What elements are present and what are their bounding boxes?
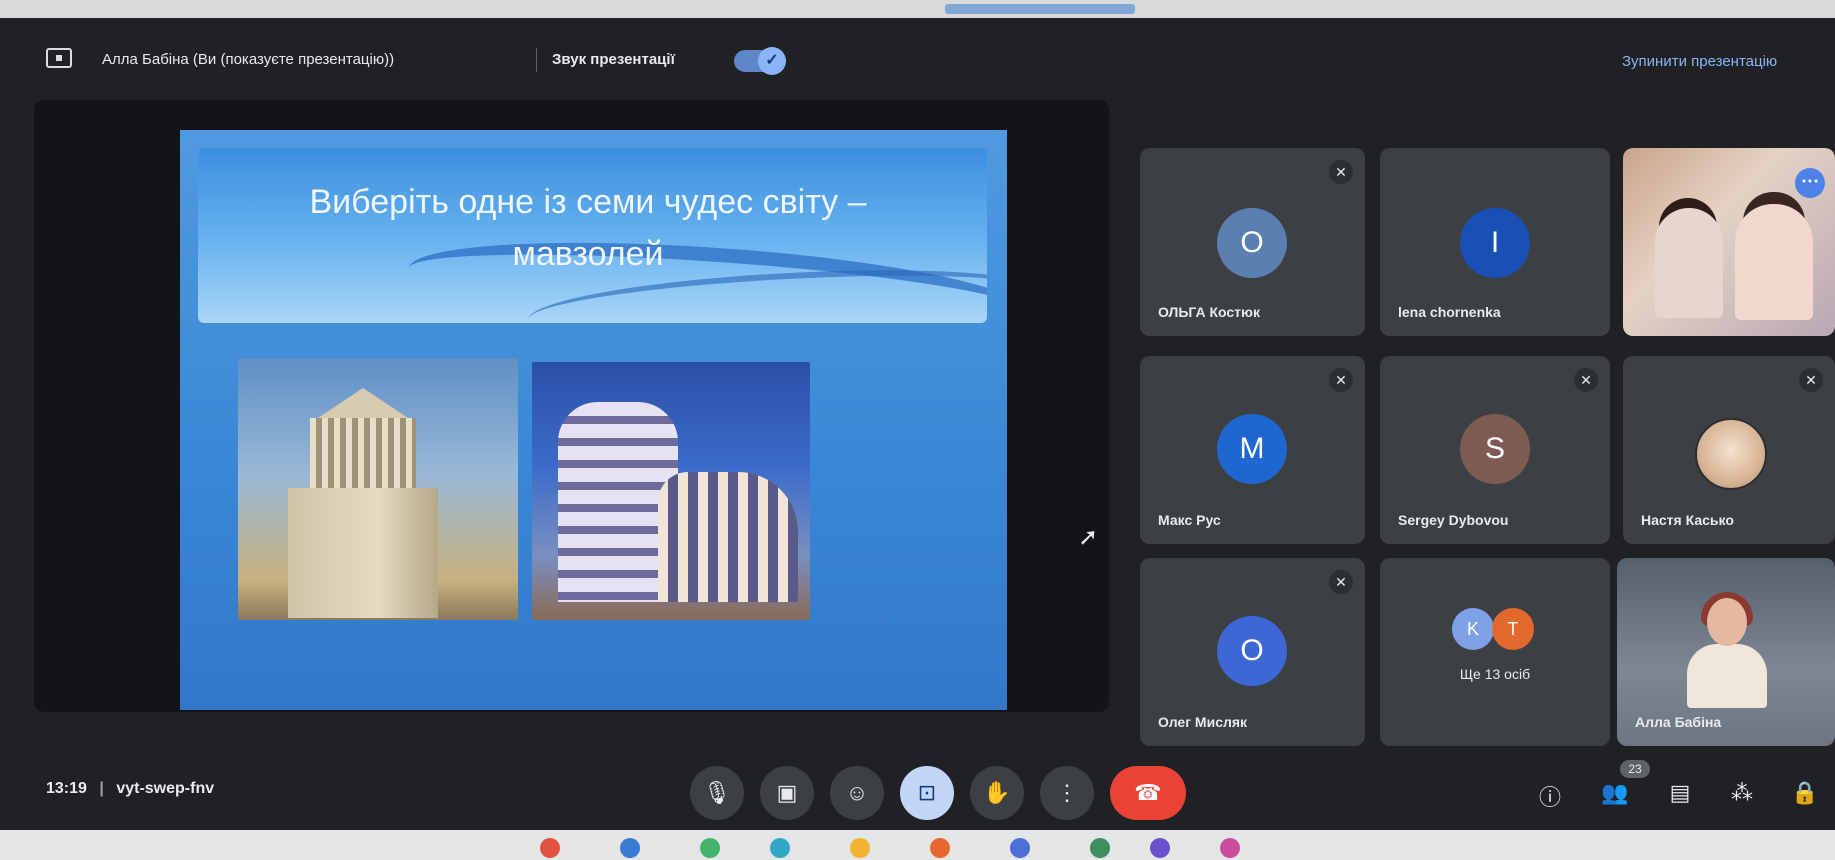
participant-tile[interactable]: ✕ O Олег Мисляк [1140,558,1365,746]
more-options-button[interactable]: ⋮ [1040,766,1094,820]
end-call-icon: ☎ [1134,780,1162,805]
presentation-sound-label: Звук презентації [552,51,675,68]
presenter-status-text: Алла Бабіна (Ви (показуєте презентацію)) [102,51,395,68]
avatar: T [1492,608,1534,650]
meeting-details-button[interactable]: ⓘ [1535,780,1565,812]
taskbar-app-icon[interactable] [1150,838,1170,858]
participant-tile[interactable]: ✕ S Sergey Dybovou [1380,356,1610,544]
more-participants-label: Ще 13 осіб [1459,666,1531,682]
participant-video-tile[interactable]: ⋯ [1623,148,1835,336]
participant-video [1655,208,1723,318]
participant-tile[interactable]: ✕ Настя Касько [1623,356,1835,544]
taskbar-app-icon[interactable] [1220,838,1240,858]
camera-icon: ▣ [776,780,798,805]
leave-call-button[interactable]: ☎ [1110,766,1186,820]
participant-tile[interactable]: ✕ О ОЛЬГА Костюк [1140,148,1365,336]
more-options-icon[interactable]: ⋯ [1795,168,1825,198]
participants-count-badge: 23 [1620,760,1650,778]
people-icon: 👥 [1601,780,1629,805]
meeting-code: vyt-swep-fnv [116,780,215,797]
taskbar-app-icon[interactable] [700,838,720,858]
taskbar-app-icon[interactable] [850,838,870,858]
participant-name: Sergey Dybovou [1398,512,1509,528]
bottom-control-bar: 13:19 | vyt-swep-fnv 🎙 ▣ ☺ ⊡ ✋ ⋮ ☎ ⓘ 23 … [0,738,1835,830]
meet-window: Алла Бабіна (Ви (показуєте презентацію))… [0,18,1835,830]
participant-name: Макс Рус [1158,512,1221,528]
chat-button[interactable]: ▤ [1665,780,1695,806]
emoji-icon: ☺ [845,780,869,805]
host-controls-button[interactable]: 🔒 [1790,780,1820,806]
browser-top-strip [0,0,1835,18]
colosseum-image [532,362,810,620]
self-video-tile[interactable]: Алла Бабіна [1617,558,1835,746]
taskbar-app-icon[interactable] [620,838,640,858]
active-tab-highlight[interactable] [945,4,1135,14]
microphone-button[interactable]: 🎙 [690,766,744,820]
taskbar-app-icon[interactable] [1010,838,1030,858]
avatar: О [1217,208,1287,278]
presentation-sound-toggle[interactable]: ✓ [734,47,786,75]
participant-video [1735,204,1813,320]
lock-icon: 🔒 [1791,780,1819,805]
mic-off-icon: ✕ [1329,368,1353,392]
avatar [1695,418,1767,490]
mouse-cursor-icon: ➚ [1078,524,1099,551]
topbar-divider [536,48,537,72]
hand-icon: ✋ [983,780,1011,805]
meeting-info-separator: | [99,780,104,797]
mic-off-icon: ✕ [1799,368,1823,392]
meeting-time: 13:19 [46,780,87,797]
people-button[interactable]: 👥 [1600,780,1630,806]
presenting-icon [46,48,72,68]
participant-name: Олег Мисляк [1158,714,1248,730]
slide-title: Виберіть одне із семи чудес світу – мавз… [309,183,867,273]
avatar: O [1217,616,1287,686]
present-icon: ⊡ [917,780,937,805]
meeting-info: 13:19 | vyt-swep-fnv [46,780,214,798]
more-participants-tile[interactable]: K T Ще 13 осіб [1380,558,1610,746]
taskbar-app-icon[interactable] [770,838,790,858]
participant-name: Настя Касько [1641,512,1734,528]
present-now-button[interactable]: ⊡ [900,766,954,820]
participant-name: lena chornenka [1398,304,1501,320]
activities-icon: ⁂ [1731,780,1753,805]
info-icon: ⓘ [1538,785,1561,810]
participant-name: Алла Бабіна [1635,714,1722,730]
mic-off-icon: ✕ [1329,160,1353,184]
os-taskbar [0,830,1835,860]
raise-hand-button[interactable]: ✋ [970,766,1024,820]
stop-presenting-button[interactable]: Зупинити презентацію [1622,53,1777,70]
participant-video [1677,592,1777,708]
presentation-stage: Виберіть одне із семи чудес світу – мавз… [34,100,1109,712]
colosseum-illustration [558,392,798,602]
mic-icon: 🎙 [703,780,731,805]
avatar: I [1460,208,1530,278]
taskbar-app-icon[interactable] [930,838,950,858]
slide-header: Виберіть одне із семи чудес світу – мавз… [198,148,987,323]
activities-button[interactable]: ⁂ [1727,780,1757,806]
more-vert-icon: ⋮ [1056,780,1078,805]
chat-icon: ▤ [1669,780,1691,805]
mic-off-icon: ✕ [1574,368,1598,392]
participant-name: ОЛЬГА Костюк [1158,304,1260,320]
mausoleum-image [238,358,518,620]
check-icon: ✓ [758,47,786,75]
taskbar-app-icon[interactable] [540,838,560,858]
presentation-topbar: Алла Бабіна (Ви (показуєте презентацію))… [0,18,1835,100]
camera-button[interactable]: ▣ [760,766,814,820]
avatar: S [1460,414,1530,484]
avatar: M [1217,414,1287,484]
mic-off-icon: ✕ [1329,570,1353,594]
mausoleum-illustration [288,388,438,618]
participant-tile[interactable]: ✕ M Макс Рус [1140,356,1365,544]
participant-tile[interactable]: I lena chornenka [1380,148,1610,336]
avatar: K [1452,608,1494,650]
reactions-button[interactable]: ☺ [830,766,884,820]
slide: Виберіть одне із семи чудес світу – мавз… [180,130,1007,710]
taskbar-app-icon[interactable] [1090,838,1110,858]
